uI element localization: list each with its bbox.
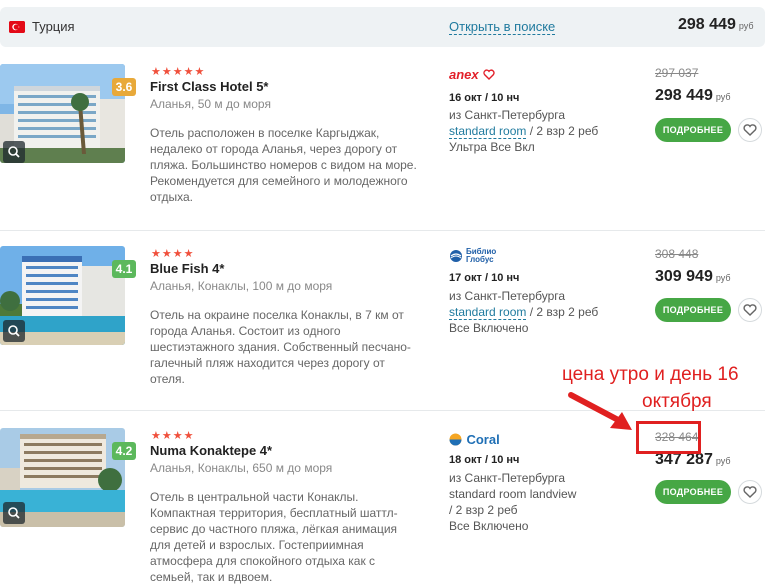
hotel-location: Аланья, 50 м до моря [150, 97, 271, 111]
rating-badge: 4.2 [112, 442, 136, 460]
zoom-icon[interactable] [3, 141, 25, 163]
price: 298 449 руб [655, 87, 731, 105]
tour-dates: 17 окт / 10 нч [449, 272, 520, 284]
hotel-description: Отель расположен в поселке Каргыджак, не… [150, 126, 417, 204]
operator-logo: Coral [449, 431, 500, 449]
turkey-flag-icon [9, 21, 25, 33]
operator-logo: Библио Глобус [449, 248, 496, 264]
room-type-link[interactable]: standard room [449, 124, 527, 139]
price-currency: руб [715, 456, 731, 466]
card-divider [0, 230, 765, 231]
hotel-name[interactable]: Numa Konaktepe 4* [150, 443, 272, 458]
coral-sun-icon [449, 433, 462, 446]
guests: / 2 взр 2 реб [526, 124, 599, 138]
meal-plan: Все Включено [449, 321, 529, 335]
tour-dates: 16 окт / 10 нч [449, 92, 520, 104]
rating-badge: 3.6 [112, 78, 136, 96]
meal-plan: Все Включено [449, 519, 529, 533]
star-rating: ★★★★★ [151, 66, 206, 78]
hotel-location: Аланья, Конаклы, 650 м до моря [150, 461, 333, 475]
star-rating: ★★★★ [151, 248, 195, 260]
guests: / 2 взр 2 реб [449, 503, 518, 517]
zoom-icon[interactable] [3, 502, 25, 524]
operator-logo: anex [449, 66, 495, 84]
meal-plan: Ультра Все Вкл [449, 140, 535, 154]
globe-logo-icon [450, 250, 462, 262]
heart-logo-icon [483, 69, 495, 80]
hotel-name[interactable]: First Class Hotel 5* [150, 79, 269, 94]
price: 309 949 руб [655, 268, 731, 286]
heart-icon [743, 486, 757, 498]
hotel-location: Аланья, Конаклы, 100 м до моря [150, 279, 333, 293]
header-price-value: 298 449 [678, 16, 736, 33]
room-type: standard room landview [449, 487, 577, 501]
details-button[interactable]: ПОДРОБНЕЕ [655, 480, 731, 504]
operator-logo-text: anex [449, 67, 479, 82]
annotation-arrow-icon [568, 392, 632, 430]
room-info: standard room / 2 взр 2 реб [449, 124, 599, 139]
open-in-search-link[interactable]: Открыть в поиске [449, 19, 556, 35]
heart-icon [743, 124, 757, 136]
departure-city: из Санкт-Петербурга [449, 108, 566, 122]
operator-name-line2: Глобус [466, 255, 494, 264]
operator-logo-text: Coral [466, 432, 500, 447]
details-button[interactable]: ПОДРОБНЕЕ [655, 298, 731, 322]
annotation-line-1: цена утро и день 16 [562, 364, 739, 385]
hotel-description: Отель на окраине поселка Конаклы, в 7 км… [150, 308, 411, 386]
favorite-button[interactable] [738, 298, 762, 322]
details-button[interactable]: ПОДРОБНЕЕ [655, 118, 731, 142]
old-price: 308 448 [655, 247, 699, 261]
price-currency: руб [715, 92, 731, 102]
favorite-button[interactable] [738, 480, 762, 504]
annotation-line-2: октября [642, 391, 712, 412]
departure-city: из Санкт-Петербурга [449, 289, 566, 303]
country-label: Турция [32, 19, 75, 34]
header-price-currency: руб [738, 21, 754, 31]
results-header: Турция Открыть в поиске 298 449 руб [0, 7, 765, 47]
price-currency: руб [715, 273, 731, 283]
price-value: 309 949 [655, 268, 713, 285]
hotel-description: Отель в центральной части Конаклы. Компа… [150, 490, 398, 584]
annotation-highlight-box [636, 421, 701, 454]
heart-icon [743, 304, 757, 316]
room-type-link[interactable]: standard room [449, 305, 527, 320]
old-price: 297 037 [655, 66, 699, 80]
header-price: 298 449 руб [678, 16, 754, 34]
departure-city: из Санкт-Петербурга [449, 471, 566, 485]
star-rating: ★★★★ [151, 430, 195, 442]
hotel-card: 3.6 ★★★★★ First Class Hotel 5* Аланья, 5… [0, 64, 765, 230]
tour-dates: 18 окт / 10 нч [449, 454, 520, 466]
zoom-icon[interactable] [3, 320, 25, 342]
hotel-name[interactable]: Blue Fish 4* [150, 261, 224, 276]
guests: / 2 взр 2 реб [526, 305, 599, 319]
price-value: 298 449 [655, 87, 713, 104]
favorite-button[interactable] [738, 118, 762, 142]
room-info: standard room / 2 взр 2 реб [449, 305, 599, 320]
rating-badge: 4.1 [112, 260, 136, 278]
